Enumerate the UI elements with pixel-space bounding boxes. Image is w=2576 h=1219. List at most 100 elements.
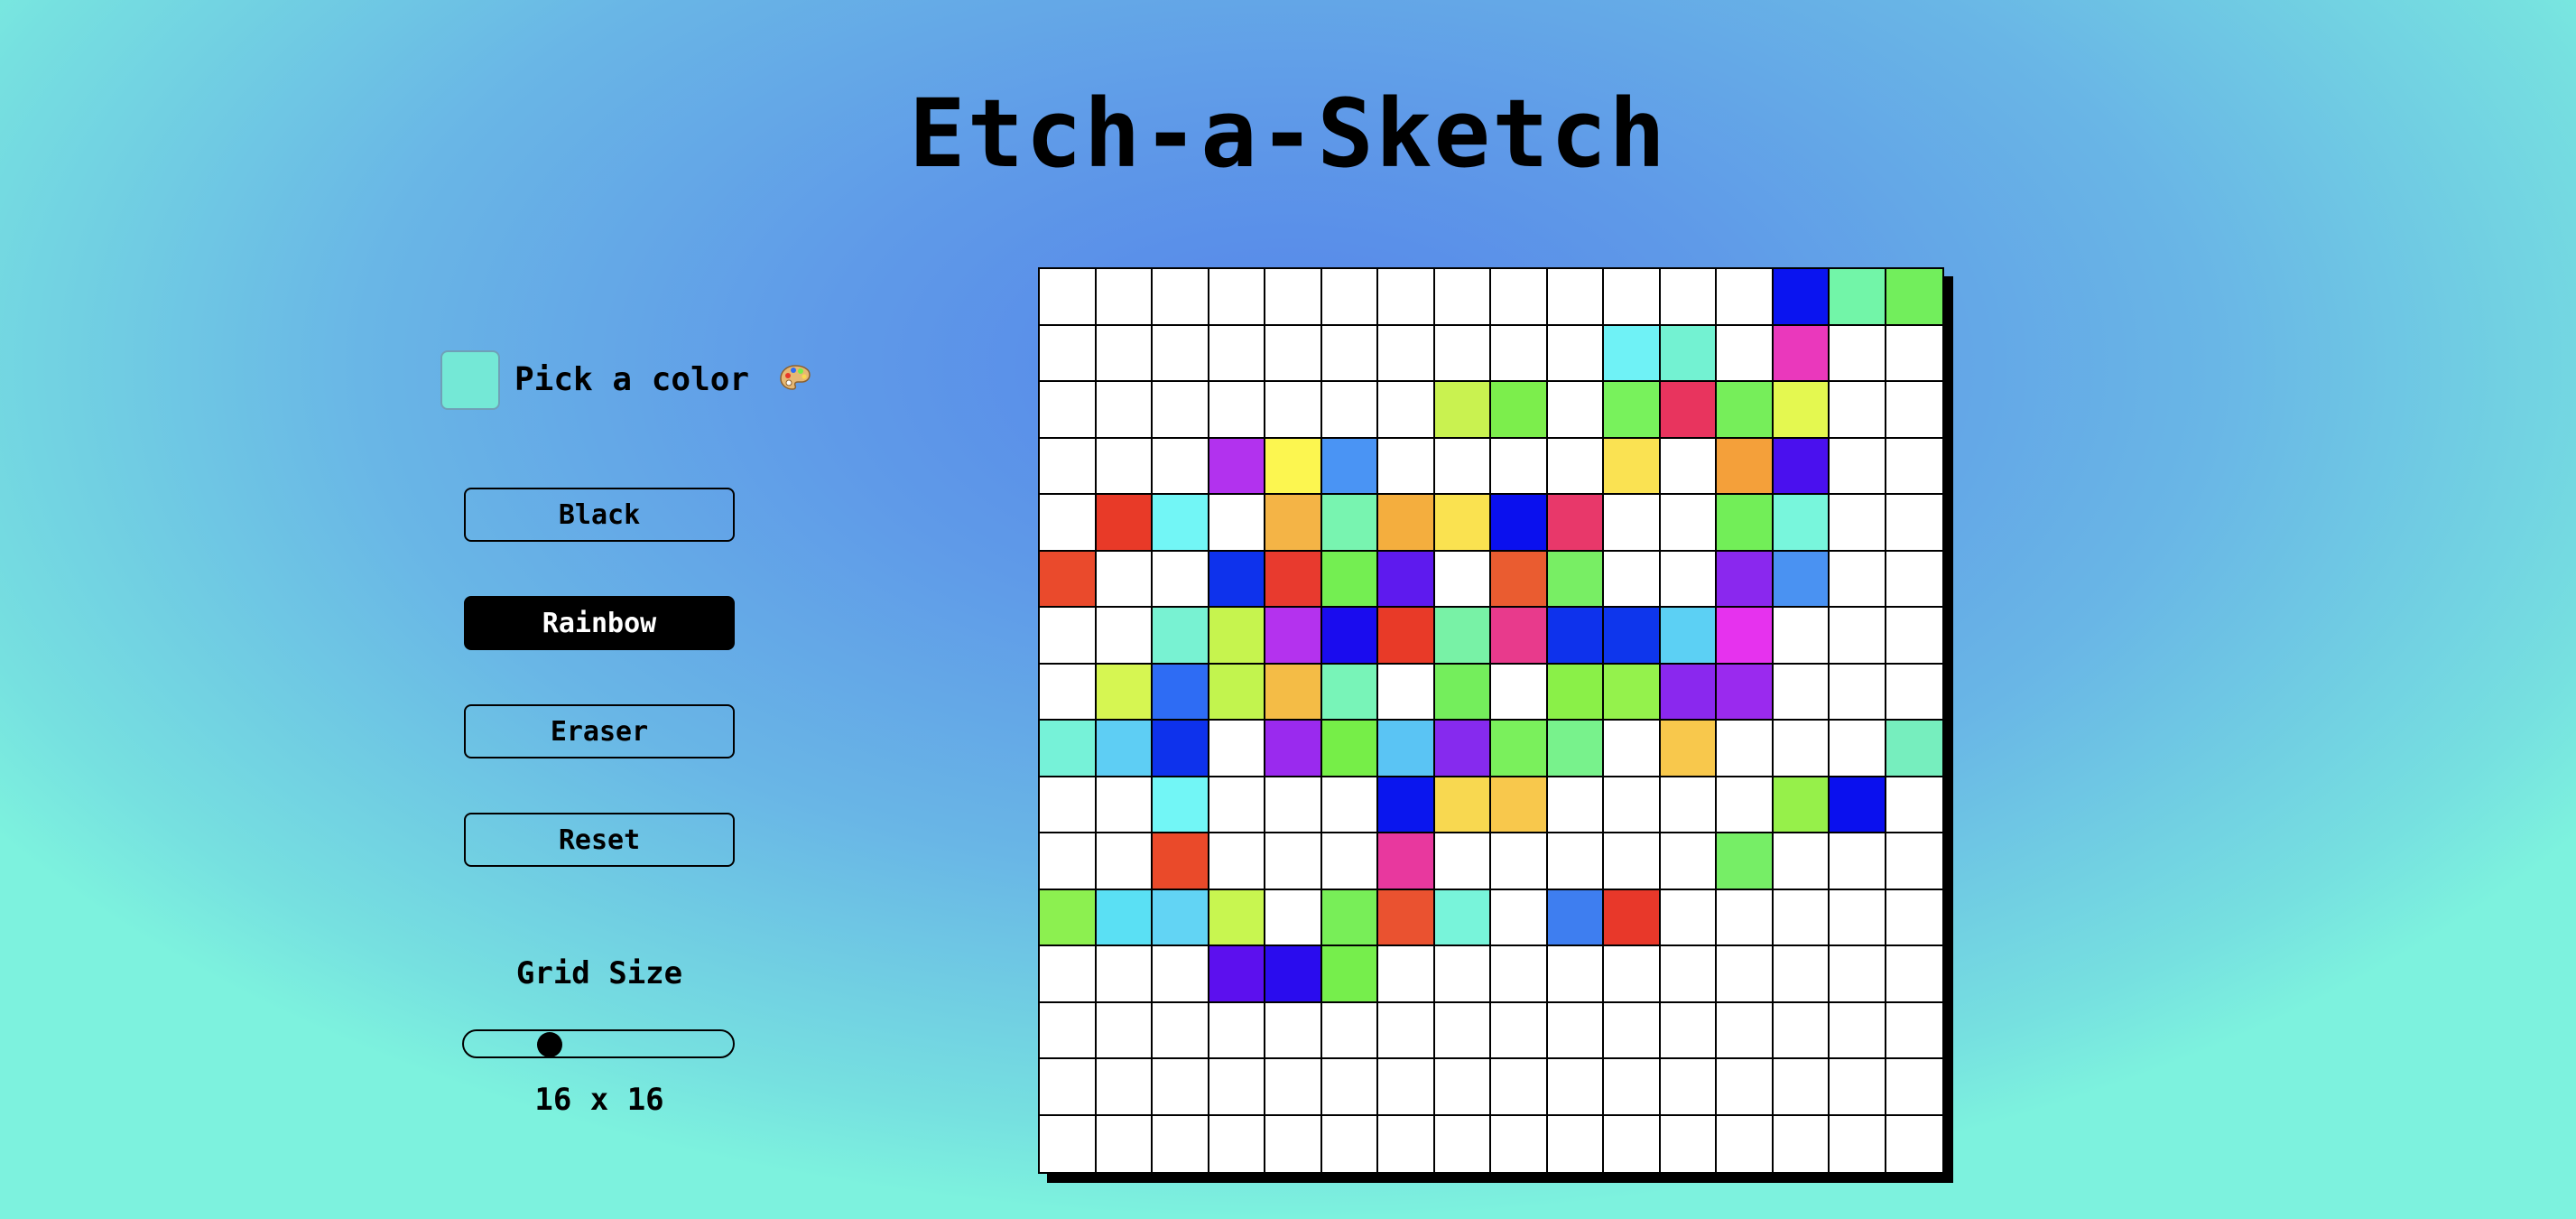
grid-cell[interactable] — [1886, 1002, 1942, 1059]
grid-cell[interactable] — [1886, 1115, 1942, 1172]
grid-cell[interactable] — [1886, 608, 1942, 665]
grid-cell[interactable] — [1209, 608, 1265, 665]
grid-cell[interactable] — [1040, 946, 1097, 1003]
grid-cell[interactable] — [1096, 889, 1153, 946]
grid-cell[interactable] — [1153, 438, 1209, 495]
grid-cell[interactable] — [1321, 833, 1378, 890]
grid-cell[interactable] — [1378, 382, 1435, 439]
grid-cell[interactable] — [1153, 889, 1209, 946]
grid-cell[interactable] — [1604, 889, 1661, 946]
grid-cell[interactable] — [1040, 608, 1097, 665]
grid-cell[interactable] — [1604, 551, 1661, 608]
grid-cell[interactable] — [1547, 325, 1604, 382]
grid-cell[interactable] — [1209, 495, 1265, 552]
grid-cell[interactable] — [1265, 438, 1322, 495]
grid-cell[interactable] — [1660, 438, 1717, 495]
grid-cell[interactable] — [1830, 551, 1886, 608]
grid-cell[interactable] — [1660, 551, 1717, 608]
grid-cell[interactable] — [1153, 1002, 1209, 1059]
grid-cell[interactable] — [1378, 495, 1435, 552]
grid-cell[interactable] — [1604, 664, 1661, 721]
grid-cell[interactable] — [1153, 269, 1209, 326]
grid-cell[interactable] — [1717, 1002, 1774, 1059]
grid-cell[interactable] — [1660, 777, 1717, 833]
grid-cell[interactable] — [1773, 551, 1830, 608]
grid-cell[interactable] — [1378, 946, 1435, 1003]
grid-size-slider-thumb[interactable] — [537, 1032, 563, 1057]
grid-cell[interactable] — [1265, 946, 1322, 1003]
grid-cell[interactable] — [1660, 495, 1717, 552]
grid-cell[interactable] — [1265, 551, 1322, 608]
grid-cell[interactable] — [1209, 1115, 1265, 1172]
grid-cell[interactable] — [1265, 833, 1322, 890]
grid-cell[interactable] — [1717, 777, 1774, 833]
grid-cell[interactable] — [1434, 833, 1491, 890]
grid-cell[interactable] — [1886, 325, 1942, 382]
grid-cell[interactable] — [1321, 269, 1378, 326]
grid-cell[interactable] — [1153, 664, 1209, 721]
grid-cell[interactable] — [1096, 551, 1153, 608]
grid-cell[interactable] — [1321, 664, 1378, 721]
grid-cell[interactable] — [1886, 1059, 1942, 1116]
grid-cell[interactable] — [1096, 833, 1153, 890]
grid-cell[interactable] — [1321, 551, 1378, 608]
grid-cell[interactable] — [1209, 438, 1265, 495]
grid-cell[interactable] — [1547, 833, 1604, 890]
grid-cell[interactable] — [1717, 495, 1774, 552]
grid-cell[interactable] — [1886, 495, 1942, 552]
grid-cell[interactable] — [1660, 1059, 1717, 1116]
grid-cell[interactable] — [1886, 833, 1942, 890]
grid-cell[interactable] — [1434, 551, 1491, 608]
grid-cell[interactable] — [1265, 325, 1322, 382]
grid-cell[interactable] — [1660, 833, 1717, 890]
grid-cell[interactable] — [1378, 325, 1435, 382]
grid-cell[interactable] — [1547, 438, 1604, 495]
grid-cell[interactable] — [1773, 382, 1830, 439]
grid-cell[interactable] — [1717, 889, 1774, 946]
grid-cell[interactable] — [1717, 551, 1774, 608]
grid-cell[interactable] — [1547, 664, 1604, 721]
grid-cell[interactable] — [1434, 664, 1491, 721]
grid-cell[interactable] — [1096, 721, 1153, 777]
grid-cell[interactable] — [1660, 889, 1717, 946]
grid-cell[interactable] — [1434, 1002, 1491, 1059]
grid-cell[interactable] — [1830, 777, 1886, 833]
grid-cell[interactable] — [1209, 721, 1265, 777]
grid-cell[interactable] — [1265, 495, 1322, 552]
grid-cell[interactable] — [1830, 1059, 1886, 1116]
grid-cell[interactable] — [1491, 269, 1548, 326]
grid-cell[interactable] — [1434, 1115, 1491, 1172]
grid-cell[interactable] — [1265, 269, 1322, 326]
grid-cell[interactable] — [1717, 664, 1774, 721]
grid-cell[interactable] — [1209, 325, 1265, 382]
grid-cell[interactable] — [1321, 1002, 1378, 1059]
grid-cell[interactable] — [1886, 551, 1942, 608]
grid-cell[interactable] — [1773, 1002, 1830, 1059]
grid-cell[interactable] — [1265, 1059, 1322, 1116]
grid-cell[interactable] — [1040, 1059, 1097, 1116]
grid-cell[interactable] — [1886, 382, 1942, 439]
grid-cell[interactable] — [1886, 889, 1942, 946]
grid-cell[interactable] — [1604, 438, 1661, 495]
grid-cell[interactable] — [1660, 382, 1717, 439]
grid-cell[interactable] — [1040, 889, 1097, 946]
grid-cell[interactable] — [1886, 721, 1942, 777]
grid-cell[interactable] — [1096, 1115, 1153, 1172]
grid-cell[interactable] — [1096, 325, 1153, 382]
grid-cell[interactable] — [1040, 269, 1097, 326]
grid-cell[interactable] — [1040, 495, 1097, 552]
grid-cell[interactable] — [1773, 495, 1830, 552]
grid-cell[interactable] — [1040, 664, 1097, 721]
grid-cell[interactable] — [1153, 551, 1209, 608]
grid-cell[interactable] — [1378, 664, 1435, 721]
grid-cell[interactable] — [1096, 1059, 1153, 1116]
grid-cell[interactable] — [1434, 325, 1491, 382]
grid-cell[interactable] — [1491, 325, 1548, 382]
grid-cell[interactable] — [1491, 721, 1548, 777]
grid-cell[interactable] — [1773, 664, 1830, 721]
grid-cell[interactable] — [1886, 438, 1942, 495]
grid-cell[interactable] — [1209, 889, 1265, 946]
grid-cell[interactable] — [1153, 382, 1209, 439]
grid-cell[interactable] — [1773, 833, 1830, 890]
grid-cell[interactable] — [1040, 721, 1097, 777]
